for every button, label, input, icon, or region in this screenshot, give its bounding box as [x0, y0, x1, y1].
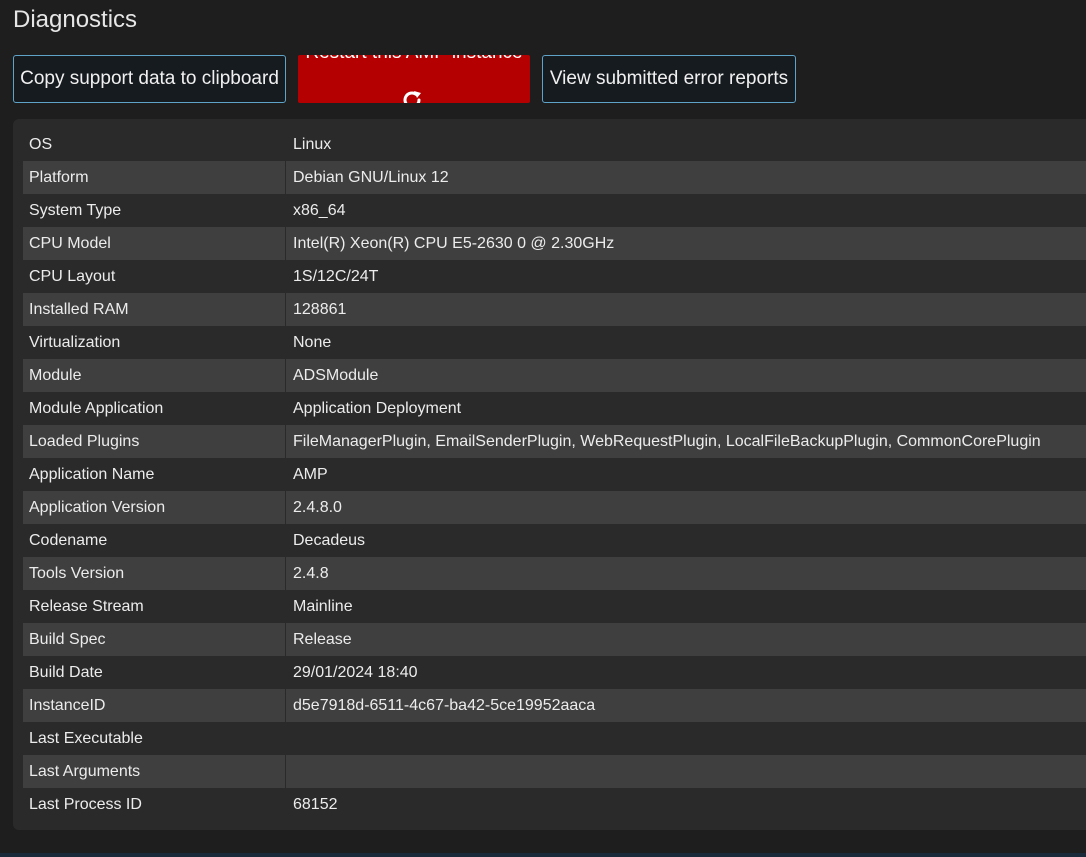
table-row: Release Stream Mainline: [23, 590, 1086, 623]
row-value: ADSModule: [285, 359, 1086, 392]
row-value: Intel(R) Xeon(R) CPU E5-2630 0 @ 2.30GHz: [285, 227, 1086, 260]
row-value: Decadeus: [285, 524, 1086, 557]
table-row: CPU Model Intel(R) Xeon(R) CPU E5-2630 0 …: [23, 227, 1086, 260]
table-row: Codename Decadeus: [23, 524, 1086, 557]
row-key: Application Name: [29, 465, 155, 483]
row-value: x86_64: [285, 194, 1086, 227]
restart-instance-label: Restart this AMP instance: [298, 55, 530, 64]
page-title: Diagnostics: [13, 6, 138, 33]
table-row: Application Name AMP: [23, 458, 1086, 491]
table-row: InstanceID d5e7918d-6511-4c67-ba42-5ce199…: [23, 689, 1086, 722]
table-row: Build Spec Release: [23, 623, 1086, 656]
table-row: Last Arguments: [23, 755, 1086, 788]
row-value: [285, 755, 1086, 788]
row-value: Debian GNU/Linux 12: [285, 161, 1086, 194]
row-key: Virtualization: [29, 333, 121, 351]
table-row: Virtualization None: [23, 326, 1086, 359]
row-key: Last Arguments: [23, 755, 285, 788]
row-key: CPU Model: [23, 227, 285, 260]
row-value: None: [285, 326, 1086, 359]
table-row: Application Version 2.4.8.0: [23, 491, 1086, 524]
row-key: InstanceID: [23, 689, 285, 722]
row-key: CPU Layout: [29, 267, 116, 285]
row-key: Platform: [23, 161, 285, 194]
row-key: Loaded Plugins: [23, 425, 285, 458]
bottom-border: [0, 853, 1086, 857]
table-row: Last Executable: [23, 722, 1086, 755]
table-row: CPU Layout 1S/12C/24T: [23, 260, 1086, 293]
row-value: [285, 722, 1086, 755]
view-error-reports-button[interactable]: View submitted error reports: [542, 55, 796, 103]
table-row: Module Application Application Deployment: [23, 392, 1086, 425]
row-value: 128861: [285, 293, 1086, 326]
table-row: Tools Version 2.4.8: [23, 557, 1086, 590]
row-value: Release: [285, 623, 1086, 656]
row-key: Module: [23, 359, 285, 392]
diagnostics-table: OS Linux Platform Debian GNU/Linux 12 System…: [23, 128, 1086, 821]
row-value: 2.4.8.0: [285, 491, 1086, 524]
row-value: AMP: [285, 458, 1086, 491]
row-key: Application Version: [23, 491, 285, 524]
table-row: System Type x86_64: [23, 194, 1086, 227]
row-key: Last Process ID: [29, 795, 142, 813]
table-row: Module ADSModule: [23, 359, 1086, 392]
row-value: d5e7918d-6511-4c67-ba42-5ce19952aaca: [285, 689, 1086, 722]
row-value: Linux: [285, 128, 1086, 161]
diagnostics-page: Diagnostics Copy support data to clipboa…: [0, 0, 1086, 857]
row-value: Application Deployment: [285, 392, 1086, 425]
row-key: Codename: [29, 531, 108, 549]
row-key: System Type: [29, 201, 122, 219]
table-row: Last Process ID 68152: [23, 788, 1086, 821]
row-key: Last Executable: [29, 729, 143, 747]
row-value: 68152: [285, 788, 1086, 821]
row-key: Module Application: [29, 399, 164, 417]
table-row: Loaded Plugins FileManagerPlugin, EmailSe…: [23, 425, 1086, 458]
row-value: Mainline: [285, 590, 1086, 623]
table-row: OS Linux: [23, 128, 1086, 161]
refresh-icon: [403, 91, 421, 103]
row-value: 1S/12C/24T: [285, 260, 1086, 293]
table-row: Platform Debian GNU/Linux 12: [23, 161, 1086, 194]
row-value: FileManagerPlugin, EmailSenderPlugin, We…: [285, 425, 1086, 458]
copy-support-data-button[interactable]: Copy support data to clipboard: [13, 55, 286, 103]
row-value: 2.4.8: [285, 557, 1086, 590]
table-row: Build Date 29/01/2024 18:40: [23, 656, 1086, 689]
table-row: Installed RAM 128861: [23, 293, 1086, 326]
diagnostics-panel: OS Linux Platform Debian GNU/Linux 12 System…: [13, 119, 1086, 830]
restart-instance-button[interactable]: Restart this AMP instance: [298, 55, 530, 103]
row-value: 29/01/2024 18:40: [285, 656, 1086, 689]
row-key: Build Date: [29, 663, 103, 681]
row-key: Tools Version: [23, 557, 285, 590]
row-key: Release Stream: [29, 597, 144, 615]
row-key: OS: [29, 135, 53, 153]
row-key: Installed RAM: [23, 293, 285, 326]
row-key: Build Spec: [23, 623, 285, 656]
